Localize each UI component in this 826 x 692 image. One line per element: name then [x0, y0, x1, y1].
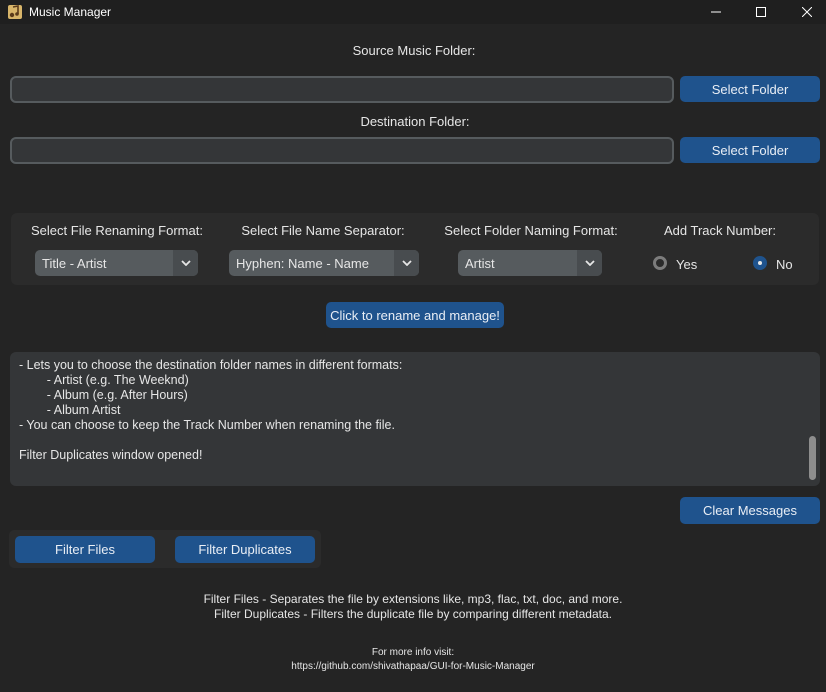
- track-number-no-label: No: [776, 257, 793, 272]
- clear-messages-button[interactable]: Clear Messages: [680, 497, 820, 524]
- rename-format-value: Title - Artist: [42, 256, 107, 271]
- minimize-button[interactable]: [693, 0, 739, 24]
- track-number-yes-radio[interactable]: [653, 256, 667, 270]
- filter-files-description: Filter Files - Separates the file by ext…: [203, 592, 623, 606]
- source-select-folder-button[interactable]: Select Folder: [680, 76, 820, 102]
- track-number-no-radio[interactable]: [753, 256, 767, 270]
- folder-format-dropdown[interactable]: Artist: [458, 250, 602, 276]
- close-button[interactable]: [784, 0, 826, 24]
- rename-format-label: Select File Renaming Format:: [31, 223, 203, 238]
- filter-duplicates-description: Filter Duplicates - Filters the duplicat…: [214, 607, 612, 621]
- separator-value: Hyphen: Name - Name: [236, 256, 369, 271]
- maximize-icon: [756, 7, 766, 17]
- chevron-down-icon[interactable]: [394, 250, 419, 276]
- rename-format-dropdown[interactable]: Title - Artist: [35, 250, 198, 276]
- track-number-yes-label: Yes: [676, 257, 698, 272]
- folder-format-value: Artist: [465, 256, 495, 271]
- window-title: Music Manager: [29, 5, 112, 19]
- log-line: Filter Duplicates window opened!: [19, 448, 203, 462]
- messages-textbox[interactable]: - Lets you to choose the destination fol…: [10, 352, 820, 486]
- destination-select-folder-button[interactable]: Select Folder: [680, 137, 820, 163]
- log-line: - Album Artist: [19, 403, 121, 417]
- chevron-down-icon[interactable]: [173, 250, 198, 276]
- app-icon: [8, 5, 22, 19]
- messages-scrollbar[interactable]: [809, 436, 816, 480]
- source-folder-label: Source Music Folder:: [352, 43, 476, 58]
- minimize-icon: [711, 11, 721, 13]
- title-bar: Music Manager: [0, 0, 826, 24]
- log-line: - Artist (e.g. The Weeknd): [19, 373, 189, 387]
- maximize-button[interactable]: [738, 0, 784, 24]
- filter-duplicates-button[interactable]: Filter Duplicates: [175, 536, 315, 563]
- rename-and-manage-button[interactable]: Click to rename and manage!: [326, 302, 504, 328]
- destination-folder-input[interactable]: [10, 137, 674, 164]
- filter-files-button[interactable]: Filter Files: [15, 536, 155, 563]
- folder-format-label: Select Folder Naming Format:: [444, 223, 618, 238]
- filter-panel: Filter Files Filter Duplicates: [9, 530, 321, 568]
- log-line: - You can choose to keep the Track Numbe…: [19, 418, 395, 432]
- source-folder-input[interactable]: [10, 76, 674, 103]
- separator-label: Select File Name Separator:: [241, 223, 405, 238]
- options-panel: Select File Renaming Format: Select File…: [11, 213, 819, 285]
- chevron-down-icon[interactable]: [577, 250, 602, 276]
- track-number-label: Add Track Number:: [664, 223, 776, 238]
- log-line: - Album (e.g. After Hours): [19, 388, 188, 402]
- close-icon: [802, 7, 812, 17]
- destination-folder-label: Destination Folder:: [360, 114, 470, 129]
- log-line: - Lets you to choose the destination fol…: [19, 358, 403, 372]
- repo-url: https://github.com/shivathapaa/GUI-for-M…: [291, 661, 535, 672]
- separator-dropdown[interactable]: Hyphen: Name - Name: [229, 250, 419, 276]
- more-info-label: For more info visit:: [371, 647, 455, 658]
